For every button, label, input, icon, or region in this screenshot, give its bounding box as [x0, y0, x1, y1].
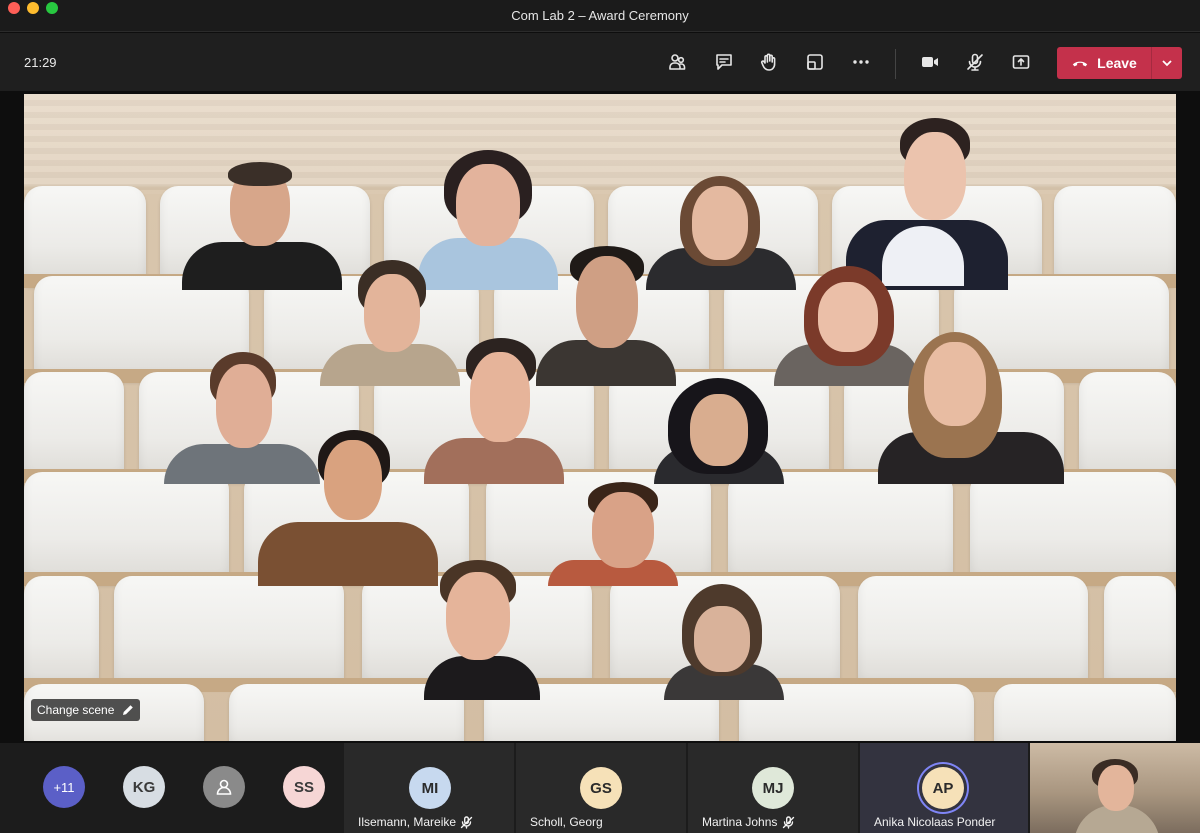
title-bar: Com Lab 2 – Award Ceremony — [0, 0, 1200, 32]
auditorium-seat — [970, 472, 1176, 584]
participant-tile[interactable]: GS Scholl, Georg — [516, 743, 686, 833]
auditorium-seat — [24, 372, 124, 482]
more-icon — [853, 60, 869, 64]
participant-video[interactable] — [548, 482, 678, 586]
hang-up-icon — [1072, 61, 1088, 67]
hand-icon — [760, 53, 776, 71]
window-title: Com Lab 2 – Award Ceremony — [511, 8, 689, 23]
breakout-icon — [807, 54, 823, 70]
participant-video[interactable] — [182, 162, 342, 290]
participant-tile[interactable]: MJ Martina Johns — [688, 743, 858, 833]
participant-video[interactable] — [664, 584, 784, 700]
leave-button-group: Leave — [1057, 47, 1182, 79]
participant-name: Martina Johns — [702, 815, 778, 829]
participant-name: Anika Nicolaas Ponder — [874, 815, 996, 829]
chevron-down-icon — [1162, 60, 1172, 67]
participants-button[interactable] — [662, 47, 692, 77]
self-video-preview[interactable] — [1030, 743, 1200, 833]
participant-video[interactable] — [258, 430, 438, 586]
breakout-rooms-button[interactable] — [800, 47, 830, 77]
participant-name: Scholl, Georg — [530, 815, 603, 829]
auditorium-seat — [24, 472, 229, 584]
avatar: MJ — [752, 767, 794, 809]
mic-off-icon — [782, 816, 795, 829]
avatar[interactable]: KG — [123, 766, 165, 808]
avatar[interactable]: SS — [283, 766, 325, 808]
mic-off-icon — [460, 816, 473, 829]
overflow-participants-button[interactable]: +11 — [43, 766, 85, 808]
together-mode-stage: Change scene — [24, 94, 1176, 741]
participant-tile[interactable]: MI Ilsemann, Mareike — [344, 743, 514, 833]
participant-video[interactable] — [878, 332, 1064, 484]
change-scene-button[interactable]: Change scene — [31, 699, 141, 721]
leave-button[interactable]: Leave — [1057, 47, 1151, 79]
camera-button[interactable] — [915, 47, 945, 77]
auditorium-seat — [24, 576, 99, 688]
leave-label: Leave — [1097, 55, 1137, 71]
auditorium-seat — [24, 186, 146, 286]
person-icon — [216, 779, 232, 795]
raise-hand-button[interactable] — [754, 47, 784, 77]
participants-icon — [669, 54, 686, 70]
camera-icon — [922, 57, 938, 67]
auditorium-seat — [114, 576, 344, 688]
auditorium-seat — [1104, 576, 1176, 688]
participant-video[interactable] — [846, 118, 1008, 290]
mic-muted-indicator — [460, 816, 473, 829]
participant-video[interactable] — [424, 338, 564, 484]
leave-options-button[interactable] — [1152, 47, 1182, 79]
avatar[interactable] — [203, 766, 245, 808]
auditorium-seat — [1079, 372, 1176, 482]
avatar: GS — [580, 767, 622, 809]
avatar: MI — [409, 767, 451, 809]
pencil-icon — [123, 705, 134, 715]
meeting-toolbar: 21:29 Leave — [0, 33, 1200, 91]
participant-video[interactable] — [654, 378, 784, 484]
chat-button[interactable] — [709, 47, 739, 77]
participant-tile-speaking[interactable]: AP Anika Nicolaas Ponder — [860, 743, 1028, 833]
share-icon — [1012, 55, 1030, 69]
microphone-button[interactable] — [960, 47, 990, 77]
participant-video[interactable] — [424, 560, 540, 700]
auditorium-seat — [994, 684, 1176, 741]
participant-name: Ilsemann, Mareike — [358, 815, 457, 829]
auditorium-seat — [858, 576, 1088, 688]
avatar: AP — [922, 767, 964, 809]
participant-strip: +11 KG SS MI Ilsemann, Mareike GS Scholl… — [0, 743, 1200, 833]
mic-muted-indicator — [782, 816, 795, 829]
share-content-button[interactable] — [1006, 47, 1036, 77]
toolbar-divider — [895, 49, 896, 79]
more-actions-button[interactable] — [846, 47, 876, 77]
chat-icon — [716, 54, 732, 70]
change-scene-label: Change scene — [37, 703, 115, 717]
auditorium-seat — [728, 472, 953, 584]
mic-off-icon — [967, 53, 983, 71]
auditorium-seat — [1054, 186, 1176, 286]
meeting-clock: 21:29 — [24, 55, 57, 70]
